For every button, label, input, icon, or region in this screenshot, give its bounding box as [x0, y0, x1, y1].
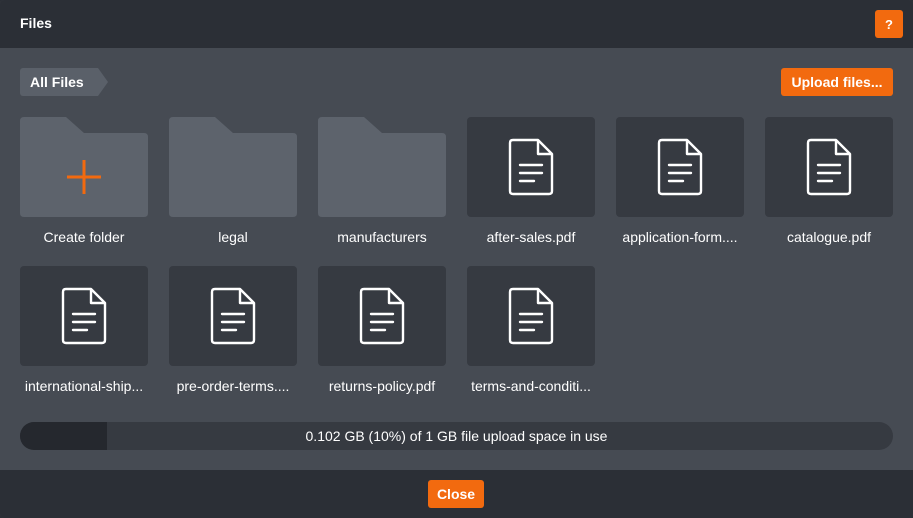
document-icon — [508, 138, 554, 196]
item-label: pre-order-terms.... — [176, 378, 290, 394]
file-item[interactable]: pre-order-terms.... — [169, 266, 297, 406]
folder-icon — [169, 117, 297, 217]
item-label: returns-policy.pdf — [328, 378, 436, 394]
item-label: application-form.... — [622, 229, 738, 245]
file-thumbnail — [467, 266, 595, 366]
dialog-header: Files ? — [0, 0, 913, 48]
document-icon — [359, 287, 405, 345]
document-icon — [61, 287, 107, 345]
folder-icon — [20, 117, 148, 217]
dialog-footer: Close — [0, 470, 913, 518]
file-thumbnail — [765, 117, 893, 217]
close-button[interactable]: Close — [428, 480, 484, 508]
breadcrumb[interactable]: All Files — [20, 68, 108, 96]
file-thumbnail — [467, 117, 595, 217]
file-item[interactable]: application-form.... — [616, 117, 744, 257]
item-label: Create folder — [43, 229, 125, 245]
breadcrumb-label: All Files — [30, 74, 84, 90]
file-thumbnail — [318, 266, 446, 366]
document-icon — [508, 287, 554, 345]
file-item[interactable]: international-ship... — [20, 266, 148, 406]
item-label: catalogue.pdf — [786, 229, 872, 245]
file-thumbnail — [616, 117, 744, 217]
file-item[interactable]: catalogue.pdf — [765, 117, 893, 257]
dialog-title: Files — [20, 15, 52, 31]
item-label: legal — [218, 229, 248, 245]
item-label: manufacturers — [337, 229, 427, 245]
file-thumbnail — [20, 266, 148, 366]
folder-icon — [318, 117, 446, 217]
file-item[interactable]: returns-policy.pdf — [318, 266, 446, 406]
file-item[interactable]: terms-and-conditi... — [467, 266, 595, 406]
document-icon — [210, 287, 256, 345]
file-manager-dialog: Files ? All Files Upload files... Create… — [0, 0, 913, 518]
item-label: after-sales.pdf — [486, 229, 576, 245]
folder-item[interactable]: manufacturers — [318, 117, 446, 257]
upload-files-button[interactable]: Upload files... — [781, 68, 893, 96]
document-icon — [806, 138, 852, 196]
file-thumbnail — [169, 266, 297, 366]
help-button[interactable]: ? — [875, 10, 903, 38]
file-item[interactable]: after-sales.pdf — [467, 117, 595, 257]
folder-item[interactable]: legal — [169, 117, 297, 257]
create-folder-tile[interactable]: Create folder — [20, 117, 148, 257]
item-label: international-ship... — [24, 378, 144, 394]
storage-usage-bar: 0.102 GB (10%) of 1 GB file upload space… — [20, 422, 893, 450]
storage-usage-text: 0.102 GB (10%) of 1 GB file upload space… — [305, 428, 608, 444]
item-label: terms-and-conditi... — [471, 378, 591, 394]
document-icon — [657, 138, 703, 196]
